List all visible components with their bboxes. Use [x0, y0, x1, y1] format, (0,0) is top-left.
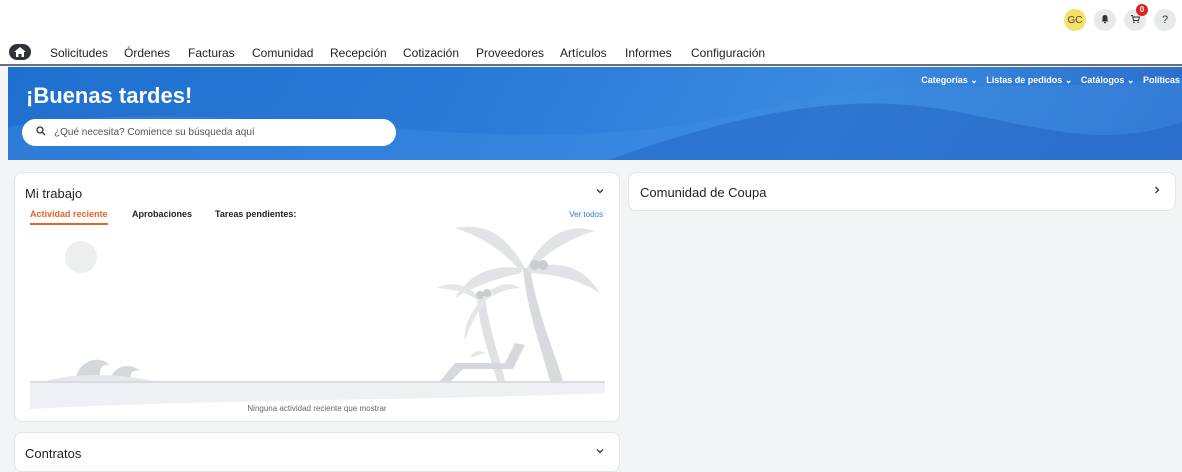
search-input[interactable] [54, 127, 374, 138]
chevron-down-icon[interactable] [595, 446, 605, 458]
chevron-down-icon[interactable] [595, 186, 605, 198]
nav-articulos[interactable]: Artículos [560, 46, 607, 60]
nav-solicitudes[interactable]: Solicitudes [50, 46, 108, 60]
hero-quick-links: Categorías ⌄ Listas de pedidos ⌄ Catálog… [915, 75, 1182, 86]
nav-comunidad[interactable]: Comunidad [252, 46, 313, 60]
notifications-button[interactable] [1094, 9, 1116, 31]
help-button[interactable]: ? [1154, 9, 1176, 31]
empty-state-message: Ninguna actividad reciente que mostrar [247, 404, 387, 413]
nav-cotizacion[interactable]: Cotización [403, 46, 459, 60]
top-icons: GC 0 ? [1064, 4, 1176, 31]
tab-tareas-pendientes[interactable]: Tareas pendientes: [215, 209, 296, 219]
main-nav: Solicitudes Órdenes Facturas Comunidad R… [0, 40, 1182, 66]
link-politicas[interactable]: Políticas ⌄ [1143, 75, 1182, 85]
hero-banner: ¡Buenas tardes! Categorías ⌄ Listas de p… [8, 67, 1182, 160]
comunidad-coupa-card[interactable]: Comunidad de Coupa [628, 172, 1176, 211]
nav-facturas[interactable]: Facturas [188, 46, 235, 60]
contratos-title: Contratos [25, 446, 82, 461]
cart-count-badge: 0 [1136, 4, 1148, 16]
bell-icon [1100, 14, 1110, 27]
nav-ordenes[interactable]: Órdenes [124, 46, 170, 60]
cart-button[interactable]: 0 [1124, 4, 1148, 31]
top-bar: GC 0 ? [0, 0, 1182, 40]
comunidad-coupa-title: Comunidad de Coupa [640, 185, 767, 200]
nav-proveedores[interactable]: Proveedores [476, 46, 544, 60]
search-icon [36, 126, 46, 139]
mi-trabajo-title: Mi trabajo [25, 186, 83, 201]
tab-aprobaciones[interactable]: Aprobaciones [132, 209, 192, 219]
link-listas-de-pedidos[interactable]: Listas de pedidos ⌄ [986, 75, 1072, 85]
search-box [22, 119, 396, 146]
ver-todos-link[interactable]: Ver todos [569, 210, 603, 219]
user-avatar[interactable]: GC [1064, 9, 1086, 31]
home-button[interactable] [9, 44, 31, 60]
link-catalogos[interactable]: Catálogos ⌄ [1081, 75, 1135, 85]
greeting-title: ¡Buenas tardes! [26, 83, 193, 108]
link-categorias[interactable]: Categorías ⌄ [921, 75, 978, 85]
nav-informes[interactable]: Informes [625, 46, 672, 60]
chevron-right-icon[interactable] [1153, 185, 1161, 198]
beach-illustration [30, 226, 605, 409]
nav-configuracion[interactable]: Configuración [691, 46, 765, 60]
contratos-card: Contratos [14, 432, 620, 472]
nav-recepcion[interactable]: Recepción [330, 46, 387, 60]
mi-trabajo-card: Mi trabajo Actividad reciente Aprobacion… [14, 172, 620, 422]
